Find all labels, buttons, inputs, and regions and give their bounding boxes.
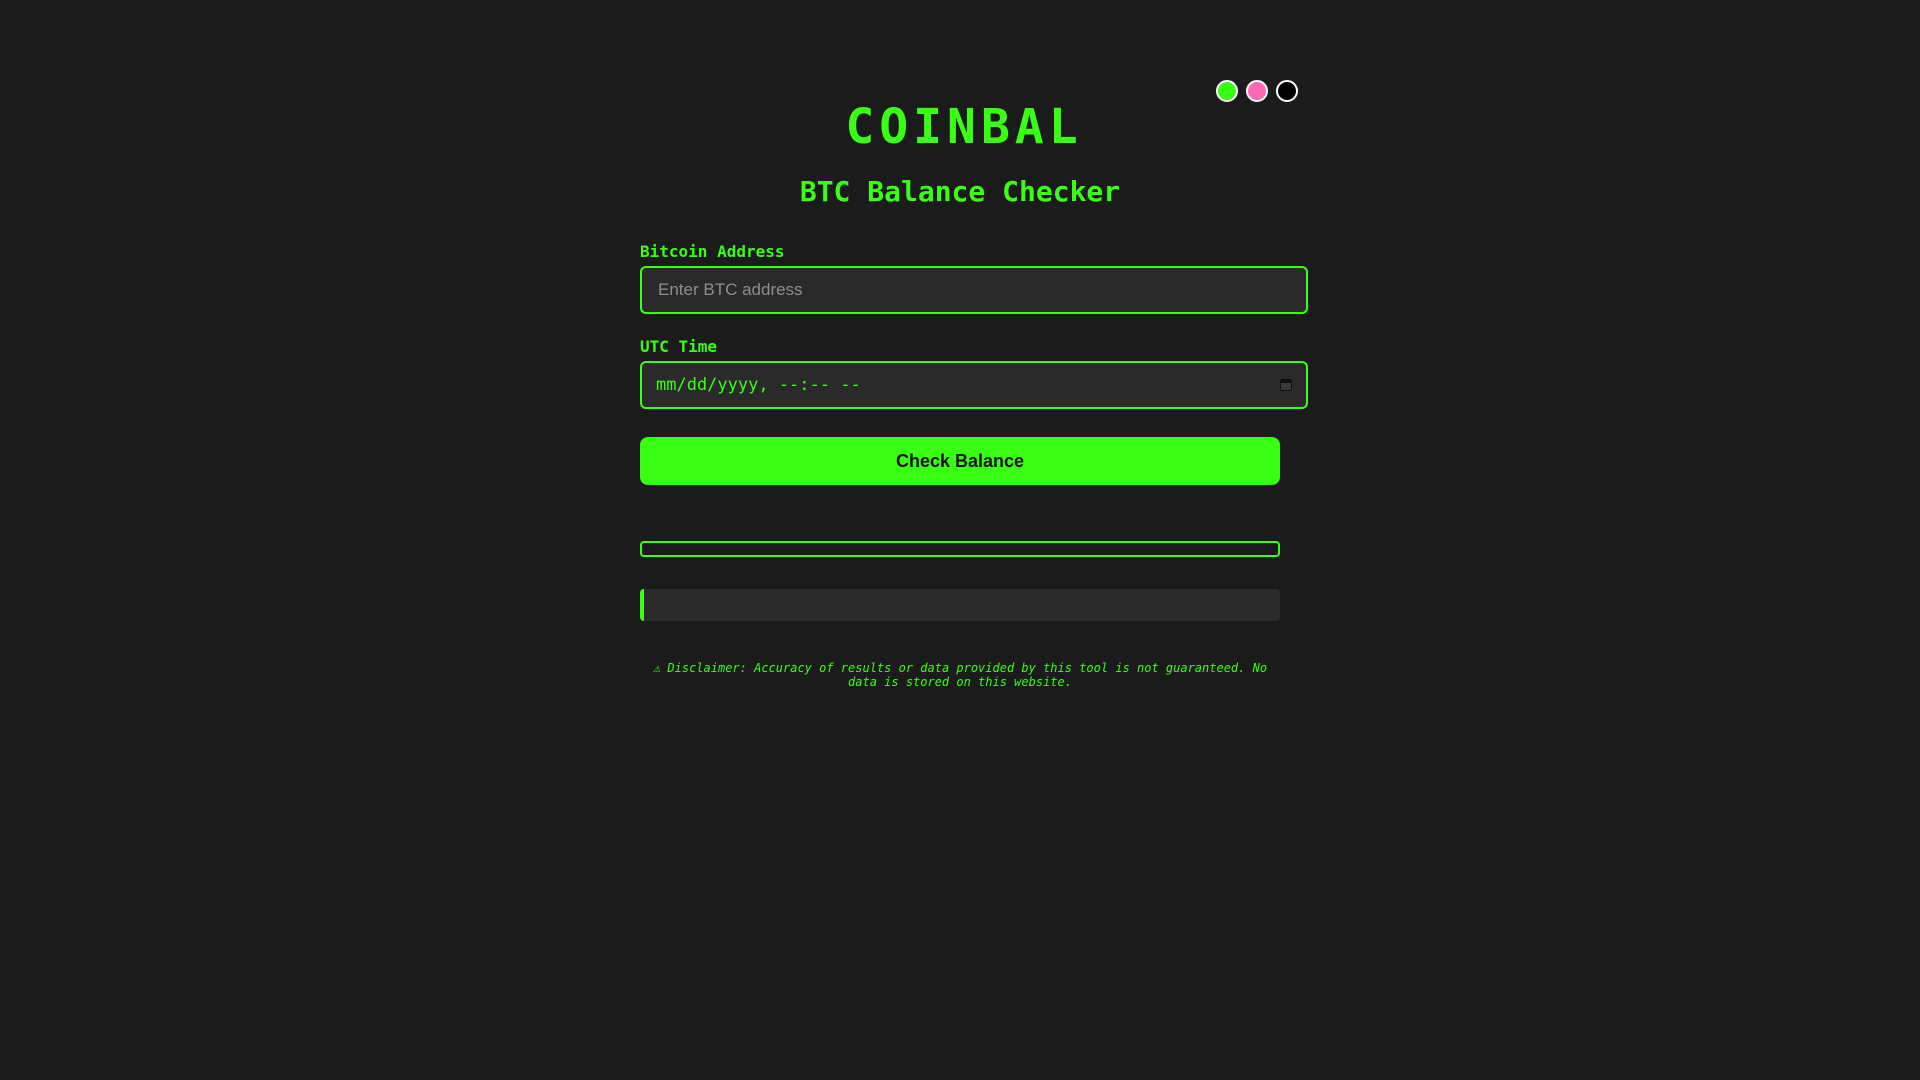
disclaimer-text: ⚠ Disclaimer: Accuracy of results or dat… — [652, 661, 1268, 689]
bitcoin-address-input[interactable] — [656, 279, 1292, 301]
bitcoin-address-label: Bitcoin Address — [640, 242, 785, 261]
bitcoin-address-field — [640, 266, 1308, 314]
balance-checker-panel: COINBAL BTC Balance Checker Bitcoin Addr… — [640, 96, 1308, 689]
check-balance-button[interactable]: Check Balance — [640, 437, 1280, 485]
app-title: COINBAL — [845, 99, 1083, 155]
utc-time-input[interactable]: mm/dd/yyyy, --:-- -- — [640, 361, 1308, 409]
app-subtitle: BTC Balance Checker — [799, 175, 1121, 208]
utc-time-value: mm/dd/yyyy, --:-- -- — [656, 375, 861, 395]
progress-bar — [640, 541, 1280, 557]
result-output — [640, 589, 1280, 621]
utc-time-label: UTC Time — [640, 337, 718, 356]
calendar-icon[interactable] — [1280, 379, 1292, 391]
